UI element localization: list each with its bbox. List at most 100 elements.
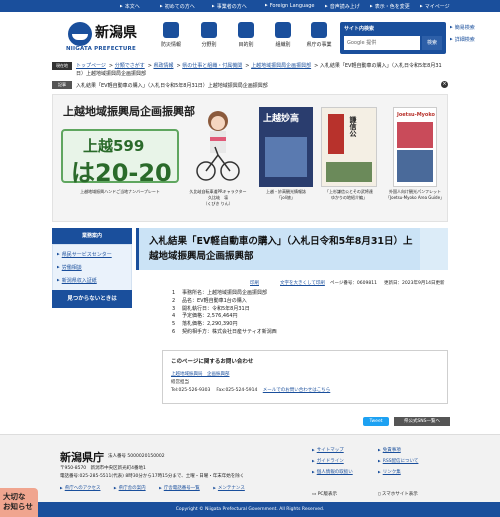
pc-display-button[interactable]: ▭ PC版表示 <box>312 491 337 497</box>
logo-text: 新潟県 <box>95 25 137 41</box>
footer-links: 県庁へのアクセス 県庁舎の案内 庁舎電話番号一覧 メンテナンス <box>60 485 257 491</box>
nav-by-organization[interactable]: 組織別 <box>266 20 300 56</box>
footer-phone-line: 電話番号:025-285-5511(代表) 8時30分から17時15分まで、土曜… <box>60 473 245 479</box>
article-title-box: 入札結果「EV軽自動車の購入」（入札日令和5年8月31日）上越地域振興局企画振興… <box>136 228 420 270</box>
close-icon[interactable]: × <box>441 81 448 88</box>
news-text: 入札結果「EV軽自動車の購入」（入札日令和5年8月31日）上越地域振興局企画振興… <box>76 83 268 89</box>
updated-date: 更新日：2023年9月14日更新 <box>384 281 445 286</box>
nav-label: 分野別 <box>201 42 217 48</box>
side-nav-item[interactable]: 新潟県収入証紙 <box>57 277 127 284</box>
important-notice-badge[interactable]: 大切な お知らせ <box>0 488 38 517</box>
tweet-button[interactable]: Tweet <box>363 417 389 426</box>
nav-label: 目的別 <box>238 42 254 48</box>
side-nav-item[interactable]: 労働相談 <box>57 264 127 271</box>
contact-details: 上越地域振興局 企画振興部 経営担当 Tel:025-526-9303 Fax:… <box>171 371 330 395</box>
utility-business-link[interactable]: 事業者の方へ <box>212 3 247 10</box>
breadcrumb-trail: トップページ > 分類でさがす > 県政情報 > 県の仕事と組織・付属機関 > 上越地域… <box>76 63 442 77</box>
search-options: 簡易検索 詳細検索 <box>450 24 475 48</box>
area-guide-image[interactable]: Joetsu-Myoko <box>393 107 437 187</box>
list-item: 1 事務所名：上越地域振興局企画振興部 <box>172 290 268 296</box>
character-caption: 久比岐自転車道PRキャラクター 久比岐 凛 （くびき りん） <box>189 189 247 206</box>
list-item: 2 品名：EV軽自動車1台の購入 <box>172 297 247 304</box>
breadcrumb-link[interactable]: 上越地域振興局企画振興部 <box>251 63 311 69</box>
sp-display-label: スマホサイト表示 <box>381 492 418 497</box>
disclaimer-link[interactable]: 免責事項 <box>378 447 401 453</box>
contact-mail-link[interactable]: メールでのお問い合わせはこちら <box>263 388 331 393</box>
department-banner: 上越地域振興局企画振興部 上越599 は20-20 上越地域振興ハンドご当地ナン… <box>52 94 448 222</box>
list-item: 4 予定価格：2,576,464円 <box>172 313 238 320</box>
search-button[interactable]: 検索 <box>422 36 442 50</box>
contact-header: このページに関するお問い合わせ <box>171 359 254 365</box>
breadcrumb-link[interactable]: 分類でさがす <box>115 63 145 69</box>
copyright: Copyright © Niigata Prefectural Governme… <box>0 502 500 517</box>
license-plate-image[interactable]: 上越599 は20-20 <box>61 129 179 187</box>
bid-result-list: 1 事務所名：上越地域振興局企画振興部 2 品名：EV軽自動車1台の購入 3 開札執行… <box>172 289 277 336</box>
news-tag: 記事 <box>52 81 72 89</box>
utility-skip-link[interactable]: 本文へ <box>120 3 140 10</box>
utility-foreign-language-link[interactable]: Foreign Language <box>265 3 315 9</box>
joli-magazine-image[interactable]: 上越妙高 <box>259 107 313 187</box>
nav-prefectural-projects[interactable]: 県庁の事業 <box>302 20 336 56</box>
advanced-search-link[interactable]: 詳細検索 <box>450 36 475 43</box>
folder-icon <box>201 22 217 38</box>
nav-label: 防災情報 <box>160 42 181 48</box>
nav-disaster-info[interactable]: 防災情報 <box>154 20 188 56</box>
alert-icon <box>163 22 179 38</box>
search-input[interactable]: Google 提供 <box>344 36 420 50</box>
bird-icon <box>311 22 327 38</box>
utility-mypage-link[interactable]: マイページ <box>420 3 450 10</box>
utility-display-color-link[interactable]: 表示・色を変更 <box>370 3 410 10</box>
breadcrumb-link[interactable]: 県政情報 <box>153 63 173 69</box>
page-id: ページ番号：0609811 <box>330 281 377 286</box>
footer-address: 〒950-8570 新潟市中央区新光町4番地1 電話番号:025-285-551… <box>60 465 244 480</box>
link-collection-link[interactable]: リンク集 <box>378 469 401 475</box>
utility-bar: 本文へ 初めての方へ 事業者の方へ Foreign Language 音声読み上… <box>0 0 500 12</box>
important-notice-label: 大切な お知らせ <box>3 492 33 511</box>
footer-name: 新潟県庁 <box>60 451 104 464</box>
list-item: 5 落札価格：2,290,390円 <box>172 321 238 328</box>
contact-org-link[interactable]: 上越地域振興局 企画振興部 <box>171 372 230 377</box>
footer-address-line: 〒950-8570 新潟市中央区新光町4番地1 <box>60 466 146 471</box>
nav-label: 組織別 <box>275 42 291 48</box>
utility-first-visit-link[interactable]: 初めての方へ <box>160 3 195 10</box>
logo-english: NIIGATA PREFECTURE <box>66 46 136 52</box>
kenshin-caption: 「上杉謙信公とその武将達 ゆかりの地紹介編」 <box>325 189 373 200</box>
nav-by-field[interactable]: 分野別 <box>192 20 226 56</box>
footer-maintenance-link[interactable]: メンテナンス <box>213 486 245 491</box>
site-footer: 新潟県庁 法人番号 5000020150002 〒950-8570 新潟市中央区… <box>0 434 500 502</box>
kenshin-pamphlet-image[interactable]: 謙信公 <box>321 107 377 187</box>
book-title: 上越妙高 <box>263 114 300 124</box>
banner-title: 上越地域振興局企画振興部 <box>63 105 195 118</box>
person-icon <box>238 22 254 38</box>
cycling-character-image[interactable] <box>193 107 243 187</box>
breadcrumb-link[interactable]: 県の仕事と組織・付属機関 <box>182 63 242 69</box>
breadcrumb-link[interactable]: トップページ <box>76 63 106 69</box>
rss-link[interactable]: RSS配信について <box>378 458 419 464</box>
side-nav-item[interactable]: 県民サービスセンター <box>57 251 127 258</box>
breadcrumb-tag: 現在地 <box>52 62 72 70</box>
sp-display-button[interactable]: ▯ スマホサイト表示 <box>378 491 418 497</box>
side-nav: 業務案内 県民サービスセンター 労働相談 新潟県収入証紙 <box>52 228 132 297</box>
guideline-link[interactable]: ガイドライン <box>312 458 344 464</box>
privacy-link[interactable]: 個人情報の取扱い <box>312 469 353 475</box>
prefecture-emblem-icon <box>68 22 92 46</box>
footer-phone-list-link[interactable]: 庁舎電話番号一覧 <box>159 486 200 491</box>
print-link[interactable]: 印刷 <box>250 280 259 286</box>
page-title: 入札結果「EV軽自動車の購入」（入札日令和5年8月31日）上越地域振興局企画振興… <box>149 236 413 262</box>
not-found-button[interactable]: 見つからないときは <box>52 290 132 308</box>
footer-access-link[interactable]: 県庁へのアクセス <box>60 486 101 491</box>
news-row: 記事 入札結果「EV軽自動車の購入」（入札日令和5年8月31日）上越地域振興局企… <box>52 80 448 90</box>
site-search-panel: サイト内検索 Google 提供 検索 <box>340 22 446 54</box>
sitemap-link[interactable]: サイトマップ <box>312 447 344 453</box>
joli-caption: 上越・妙高観光情報誌 「joli旅」 <box>266 189 306 200</box>
footer-guide-link[interactable]: 県庁舎の案内 <box>114 486 146 491</box>
area-guide-caption: 外国人向け観光パンフレット 「Joetsu-Myoko Area Guide」 <box>385 189 445 200</box>
pc-display-label: PC版表示 <box>317 492 338 497</box>
plate-caption: 上越地域振興ハンドご当地ナンバープレート <box>80 189 160 194</box>
sns-list-button[interactable]: 県公式SNS一覧へ <box>394 417 450 426</box>
simple-search-link[interactable]: 簡易検索 <box>450 24 475 31</box>
footer-corp-number: 法人番号 5000020150002 <box>108 454 165 459</box>
large-print-link[interactable]: 文字を大きくして印刷 <box>280 280 325 286</box>
nav-by-purpose[interactable]: 目的別 <box>229 20 263 56</box>
utility-speech-link[interactable]: 音声読み上げ <box>325 3 360 10</box>
